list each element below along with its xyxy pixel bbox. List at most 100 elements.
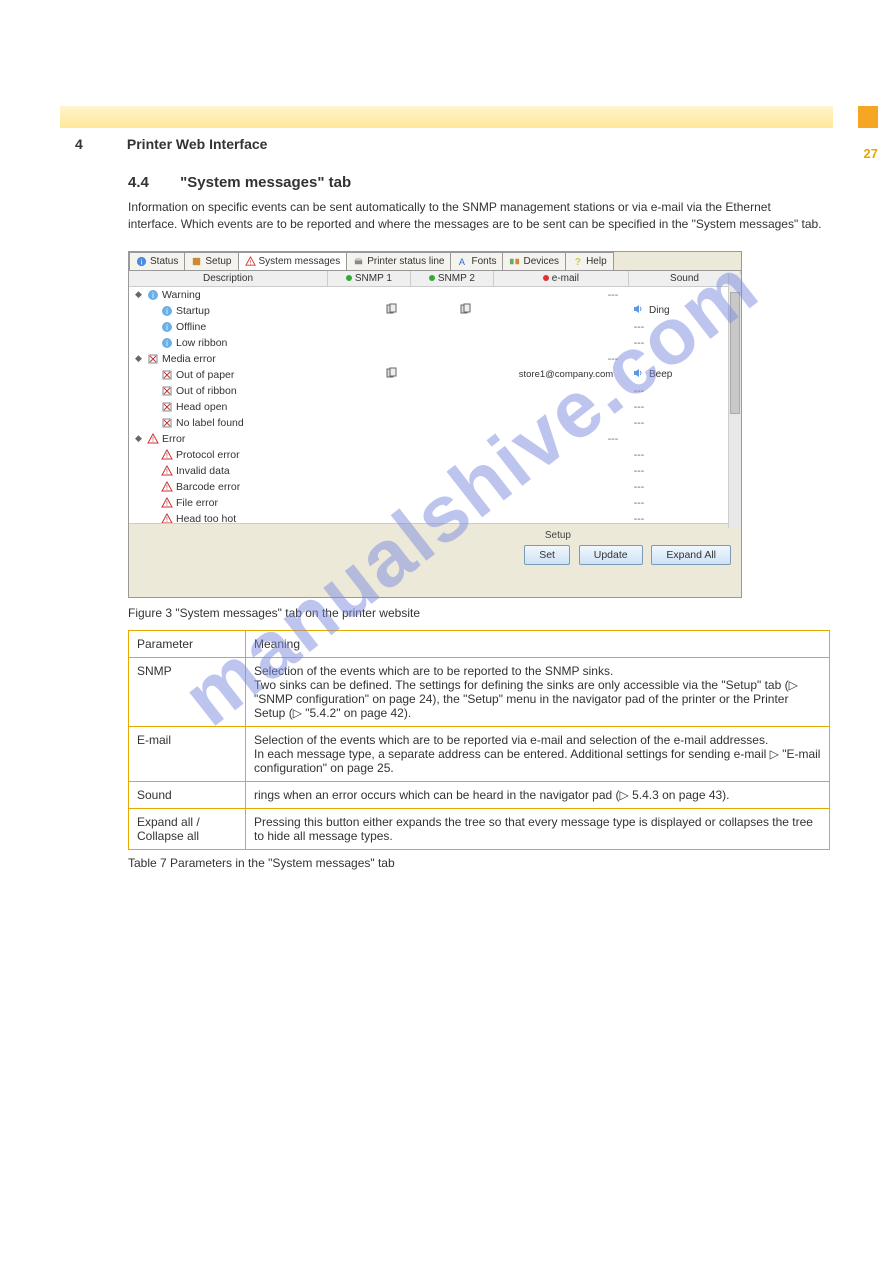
subsection-text: "System messages" tab bbox=[180, 174, 351, 191]
tab-label: Printer status line bbox=[367, 256, 444, 267]
row-label: File error bbox=[176, 497, 218, 509]
svg-text:!: ! bbox=[166, 469, 168, 476]
tab-status[interactable]: iStatus bbox=[129, 252, 185, 270]
table-caption: Table 7 Parameters in the "System messag… bbox=[0, 850, 893, 870]
svg-text:i: i bbox=[166, 307, 168, 316]
tab-setup[interactable]: Setup bbox=[184, 252, 238, 270]
col-snmp1: SNMP 1 bbox=[328, 271, 411, 286]
row-label: Media error bbox=[162, 353, 216, 365]
tree-row[interactable]: !Head too hot--- bbox=[129, 511, 741, 523]
warning-icon: ! bbox=[245, 256, 256, 267]
tree-row[interactable]: Out of paper store1@company.com Beep bbox=[129, 367, 741, 383]
tree-row[interactable]: !Invalid data--- bbox=[129, 463, 741, 479]
row-label: Out of ribbon bbox=[176, 385, 237, 397]
info-icon: i bbox=[161, 305, 173, 317]
subsection-number: 4.4 bbox=[128, 174, 176, 191]
cell-speaker: --- bbox=[629, 401, 649, 413]
cell-speaker: --- bbox=[629, 449, 649, 461]
svg-text:i: i bbox=[152, 291, 154, 300]
tree-row[interactable]: iOffline--- bbox=[129, 319, 741, 335]
cell-speaker: --- bbox=[629, 385, 649, 397]
row-label: Error bbox=[162, 433, 185, 445]
th-parameter: Parameter bbox=[129, 630, 246, 657]
cell-email: store1@company.com bbox=[503, 369, 629, 380]
row-label: Warning bbox=[162, 289, 201, 301]
row-label: Out of paper bbox=[176, 369, 234, 381]
page-number: 27 bbox=[864, 146, 878, 161]
tree-row[interactable]: ! Protocol error --- bbox=[129, 447, 741, 463]
svg-text:!: ! bbox=[152, 437, 154, 444]
cell-sound: Beep bbox=[649, 369, 699, 380]
section-heading: 4 Printer Web Interface bbox=[0, 128, 893, 154]
media-icon bbox=[161, 369, 173, 381]
tab-system-messages[interactable]: !System messages bbox=[238, 252, 348, 270]
column-headers: Description SNMP 1 SNMP 2 e-mail Sound bbox=[129, 271, 741, 287]
tab-help[interactable]: ?Help bbox=[565, 252, 614, 270]
row-label: No label found bbox=[176, 417, 244, 429]
cell-sound: Ding bbox=[649, 305, 699, 316]
tab-devices[interactable]: Devices bbox=[502, 252, 566, 270]
tree-row[interactable]: !Barcode error--- bbox=[129, 479, 741, 495]
section-header-bar bbox=[60, 106, 833, 128]
col-sound: Sound bbox=[629, 271, 741, 286]
svg-text:i: i bbox=[166, 323, 168, 332]
svg-text:!: ! bbox=[166, 453, 168, 460]
cell-speaker: --- bbox=[603, 353, 623, 365]
warn-icon: ! bbox=[161, 481, 173, 493]
tab-fonts[interactable]: AFonts bbox=[450, 252, 503, 270]
cell-speaker bbox=[629, 303, 649, 318]
tree-row[interactable]: No label found--- bbox=[129, 415, 741, 431]
update-button[interactable]: Update bbox=[579, 545, 643, 565]
scrollbar[interactable] bbox=[728, 274, 741, 528]
tree-toggle-icon[interactable]: ◆ bbox=[135, 433, 147, 444]
tree-row[interactable]: ◆ Media error --- bbox=[129, 351, 741, 367]
set-button[interactable]: Set bbox=[524, 545, 570, 565]
row-label: Invalid data bbox=[176, 465, 230, 477]
row-description: ◆! Error bbox=[129, 433, 329, 445]
red-dot-icon bbox=[543, 275, 549, 281]
svg-text:!: ! bbox=[166, 501, 168, 508]
tree-row[interactable]: Out of ribbon --- bbox=[129, 383, 741, 399]
setup-icon bbox=[191, 256, 202, 267]
config-table: Parameter Meaning SNMPSelection of the e… bbox=[128, 630, 830, 850]
col-snmp1-label: SNMP 1 bbox=[355, 273, 392, 284]
row-label: Low ribbon bbox=[176, 337, 227, 349]
tree-row[interactable]: ◆! Error --- bbox=[129, 431, 741, 447]
row-label: Protocol error bbox=[176, 449, 240, 461]
expand-all-button[interactable]: Expand All bbox=[651, 545, 731, 565]
th-meaning: Meaning bbox=[246, 630, 830, 657]
figure-caption: Figure 3 "System messages" tab on the pr… bbox=[0, 598, 893, 626]
cell-param: SNMP bbox=[129, 657, 246, 726]
cell-speaker: --- bbox=[629, 497, 649, 509]
media-icon bbox=[161, 385, 173, 397]
speaker-icon bbox=[632, 367, 644, 379]
col-description: Description bbox=[129, 271, 328, 286]
col-snmp2: SNMP 2 bbox=[411, 271, 494, 286]
tree-toggle-icon[interactable]: ◆ bbox=[135, 289, 147, 300]
cell-s1 bbox=[355, 367, 429, 382]
message-tree[interactable]: ◆iWarning---iStartupDingiOffline---iLow … bbox=[129, 287, 741, 523]
tree-row[interactable]: ◆iWarning--- bbox=[129, 287, 741, 303]
tree-toggle-icon[interactable]: ◆ bbox=[135, 353, 147, 364]
header-accent bbox=[858, 106, 878, 128]
row-description: iLow ribbon bbox=[129, 337, 355, 349]
media-icon bbox=[161, 417, 173, 429]
row-description: No label found bbox=[129, 417, 355, 429]
cell-s2 bbox=[429, 303, 503, 318]
green-dot-icon bbox=[429, 275, 435, 281]
tab-printer-status-line[interactable]: Printer status line bbox=[346, 252, 451, 270]
cell-meaning: rings when an error occurs which can be … bbox=[246, 781, 830, 808]
section-number: 4 bbox=[75, 136, 123, 152]
tree-row[interactable]: ! File error --- bbox=[129, 495, 741, 511]
cell-speaker: --- bbox=[603, 433, 623, 445]
row-description: !Barcode error bbox=[129, 481, 355, 493]
tree-row[interactable]: Head open--- bbox=[129, 399, 741, 415]
scrollbar-thumb[interactable] bbox=[730, 292, 740, 414]
tree-row[interactable]: iLow ribbon--- bbox=[129, 335, 741, 351]
info-icon: i bbox=[161, 337, 173, 349]
screenshot-panel: iStatusSetup!System messagesPrinter stat… bbox=[128, 251, 742, 598]
tree-row[interactable]: iStartupDing bbox=[129, 303, 741, 319]
warn-icon: ! bbox=[161, 513, 173, 523]
setup-label: Setup bbox=[139, 530, 571, 541]
tab-label: Help bbox=[586, 256, 607, 267]
